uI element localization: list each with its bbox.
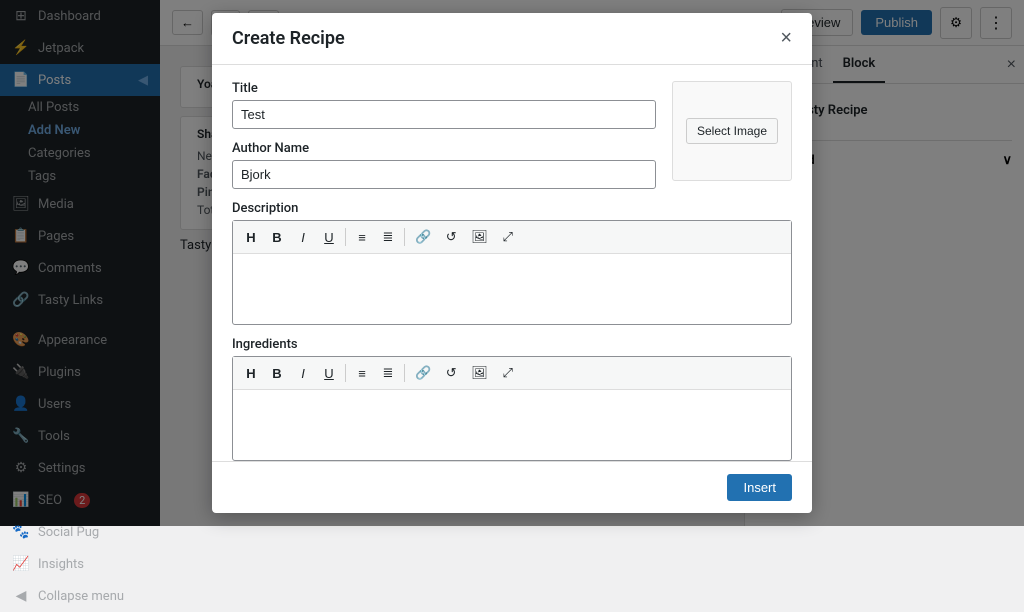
create-recipe-modal: Create Recipe × Title Author Name bbox=[212, 13, 812, 513]
ingredients-field-row: Ingredients H B I U ≡ ≣ 🔗 ↺ 🖼 ⤢ bbox=[232, 337, 792, 461]
form-right: Select Image bbox=[672, 81, 792, 201]
image-preview-box: Select Image bbox=[672, 81, 792, 181]
modal-header: Create Recipe × bbox=[212, 13, 812, 65]
ingredients-content[interactable] bbox=[233, 390, 791, 460]
rte-image-btn[interactable]: 🖼 bbox=[465, 225, 494, 249]
rte-underline-btn[interactable]: U bbox=[317, 225, 341, 249]
description-label: Description bbox=[232, 201, 792, 216]
title-label: Title bbox=[232, 81, 656, 96]
rte-refresh-btn[interactable]: ↺ bbox=[439, 225, 463, 249]
ing-ol-btn[interactable]: ≣ bbox=[376, 361, 400, 385]
insert-button[interactable]: Insert bbox=[727, 474, 792, 501]
collapse-icon: ◀ bbox=[12, 587, 30, 605]
description-toolbar: H B I U ≡ ≣ 🔗 ↺ 🖼 ⤢ bbox=[233, 221, 791, 254]
sidebar-item-insights[interactable]: 📈 Insights bbox=[0, 548, 160, 580]
ing-divider2 bbox=[404, 364, 405, 382]
ingredients-editor: H B I U ≡ ≣ 🔗 ↺ 🖼 ⤢ bbox=[232, 356, 792, 461]
description-field-row: Description H B I U ≡ ≣ 🔗 ↺ 🖼 ⤢ bbox=[232, 201, 792, 325]
rte-ol-btn[interactable]: ≣ bbox=[376, 225, 400, 249]
ing-image-btn[interactable]: 🖼 bbox=[465, 361, 494, 385]
modal-footer: Insert bbox=[212, 461, 812, 513]
author-field-row: Author Name bbox=[232, 141, 656, 189]
ing-italic-btn[interactable]: I bbox=[291, 361, 315, 385]
ing-refresh-btn[interactable]: ↺ bbox=[439, 361, 463, 385]
rte-italic-btn[interactable]: I bbox=[291, 225, 315, 249]
ing-expand-btn[interactable]: ⤢ bbox=[496, 361, 520, 385]
description-editor: H B I U ≡ ≣ 🔗 ↺ 🖼 ⤢ bbox=[232, 220, 792, 325]
form-left: Title Author Name bbox=[232, 81, 656, 201]
ing-link-btn[interactable]: 🔗 bbox=[409, 361, 437, 385]
sidebar-collapse[interactable]: ◀ Collapse menu bbox=[0, 580, 160, 612]
title-field-row: Title bbox=[232, 81, 656, 129]
rte-ul-btn[interactable]: ≡ bbox=[350, 225, 374, 249]
insights-icon: 📈 bbox=[12, 555, 30, 573]
modal-overlay[interactable]: Create Recipe × Title Author Name bbox=[0, 0, 1024, 526]
author-input[interactable] bbox=[232, 160, 656, 189]
rte-link-btn[interactable]: 🔗 bbox=[409, 225, 437, 249]
rte-divider1 bbox=[345, 228, 346, 246]
ing-ul-btn[interactable]: ≡ bbox=[350, 361, 374, 385]
title-input[interactable] bbox=[232, 100, 656, 129]
modal-close-button[interactable]: × bbox=[780, 27, 792, 50]
ing-bold-btn[interactable]: B bbox=[265, 361, 289, 385]
rte-heading-btn[interactable]: H bbox=[239, 225, 263, 249]
description-content[interactable] bbox=[233, 254, 791, 324]
rte-divider2 bbox=[404, 228, 405, 246]
author-label: Author Name bbox=[232, 141, 656, 156]
form-top-layout: Title Author Name Select Image bbox=[232, 81, 792, 201]
modal-body: Title Author Name Select Image Descrip bbox=[212, 65, 812, 461]
ingredients-label: Ingredients bbox=[232, 337, 792, 352]
select-image-button[interactable]: Select Image bbox=[686, 118, 778, 144]
rte-expand-btn[interactable]: ⤢ bbox=[496, 225, 520, 249]
ing-underline-btn[interactable]: U bbox=[317, 361, 341, 385]
rte-bold-btn[interactable]: B bbox=[265, 225, 289, 249]
ing-divider1 bbox=[345, 364, 346, 382]
modal-title: Create Recipe bbox=[232, 28, 345, 49]
ingredients-toolbar: H B I U ≡ ≣ 🔗 ↺ 🖼 ⤢ bbox=[233, 357, 791, 390]
ing-heading-btn[interactable]: H bbox=[239, 361, 263, 385]
